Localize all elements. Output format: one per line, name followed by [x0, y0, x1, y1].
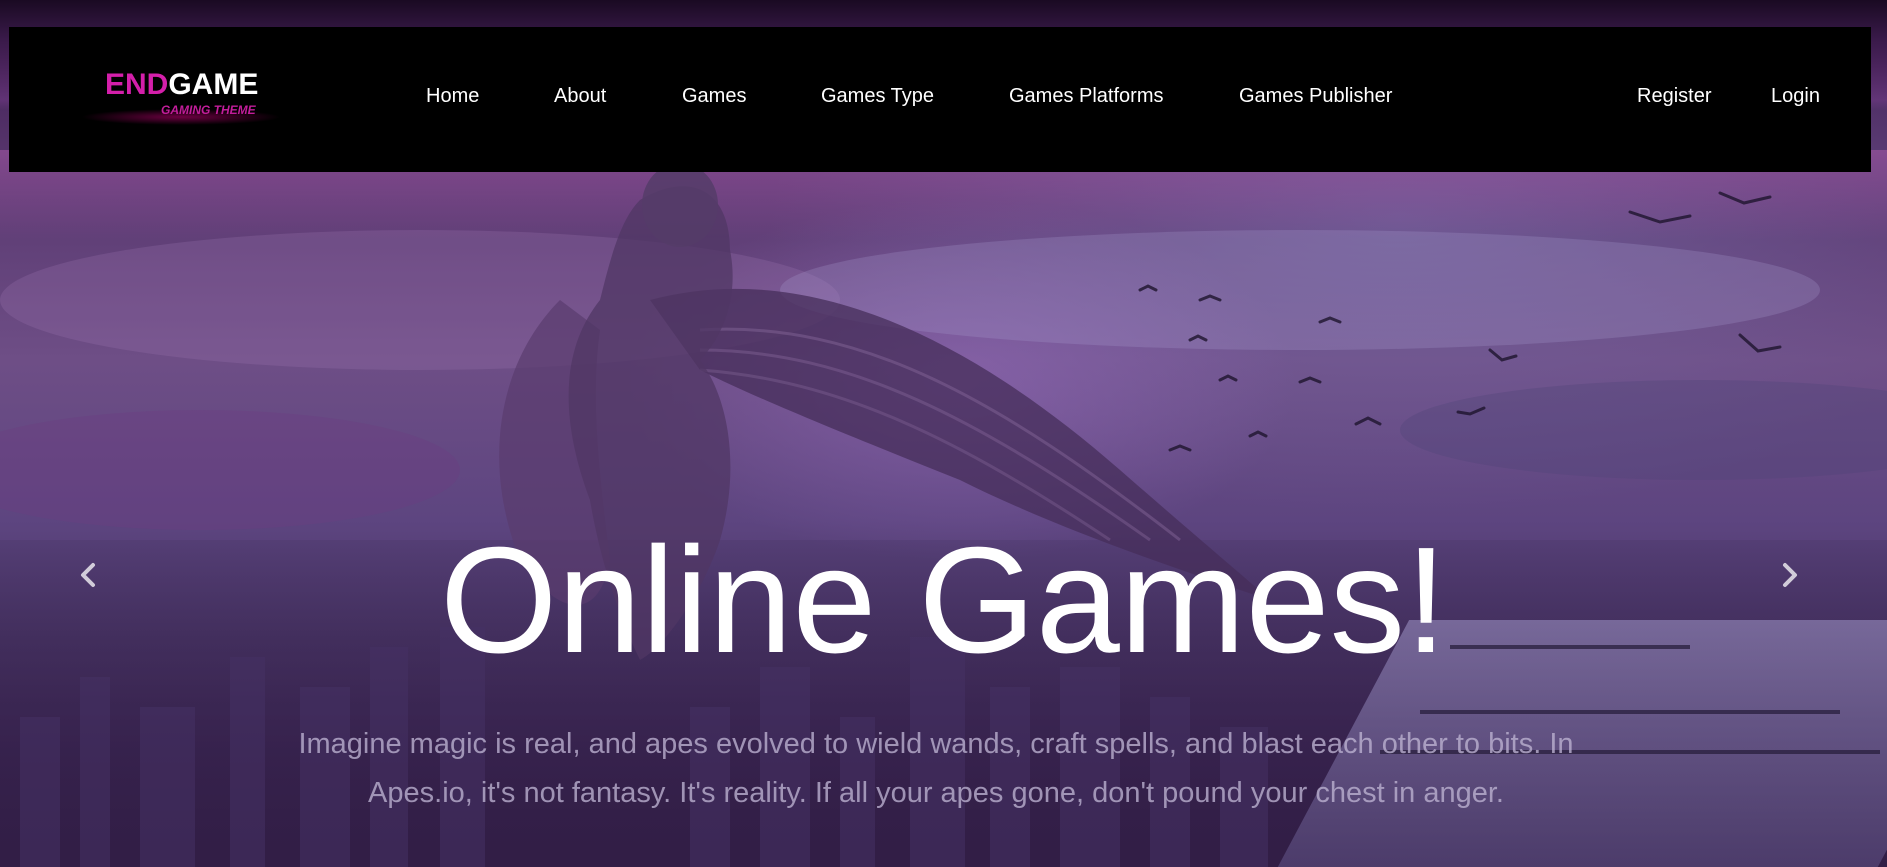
nav-about[interactable]: About	[554, 85, 606, 108]
register-link[interactable]: Register	[1637, 85, 1711, 108]
nav-games[interactable]: Games	[682, 85, 746, 108]
logo-game-text: GAME	[168, 68, 259, 101]
logo-wordmark: ENDGAME	[105, 67, 258, 103]
nav-games-type[interactable]: Games Type	[821, 85, 934, 108]
nav-games-platforms[interactable]: Games Platforms	[1009, 85, 1163, 108]
logo-end-text: END	[105, 68, 169, 101]
logo-tagline: GAMING THEME	[161, 103, 256, 117]
login-link[interactable]: Login	[1771, 85, 1820, 108]
nav-games-publisher[interactable]: Games Publisher	[1239, 85, 1392, 108]
carousel-headline: Online Games!	[439, 515, 1448, 684]
main-navbar: ENDGAME GAMING THEME Home About Games Ga…	[9, 27, 1871, 172]
carousel-description: Imagine magic is real, and apes evolved …	[298, 728, 1574, 809]
brand-logo[interactable]: ENDGAME GAMING THEME	[73, 67, 281, 147]
nav-home[interactable]: Home	[426, 85, 479, 108]
